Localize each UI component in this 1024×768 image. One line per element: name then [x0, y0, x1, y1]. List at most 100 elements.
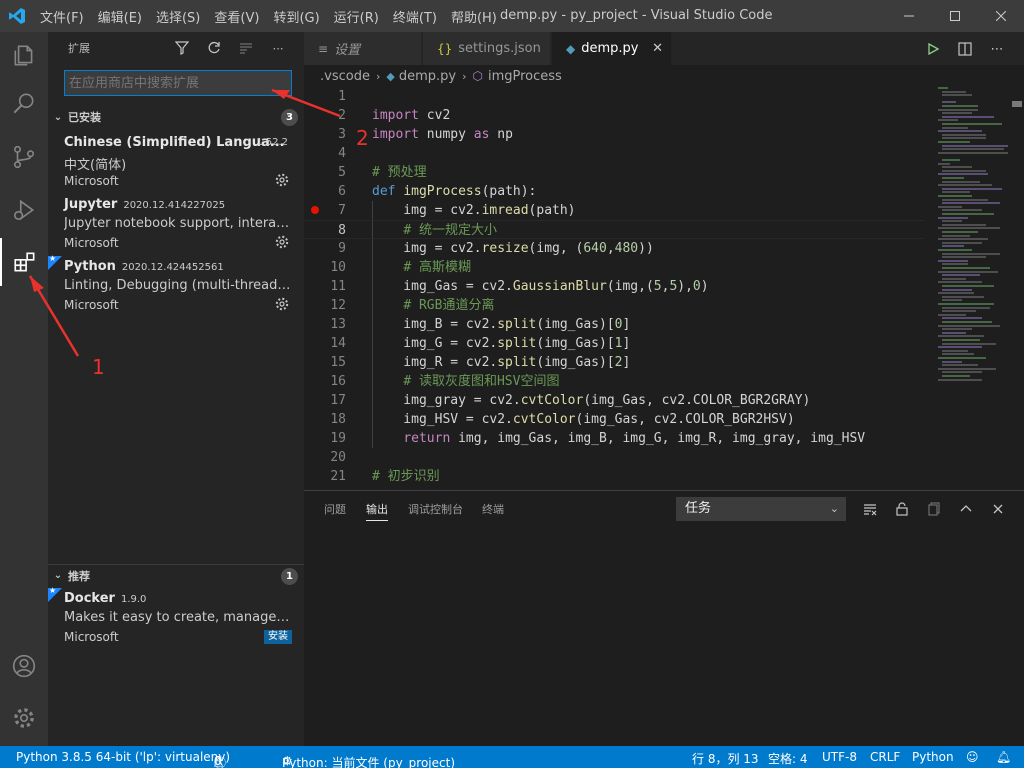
extension-version: 1.52.2	[256, 137, 288, 148]
extension-search-input[interactable]	[64, 70, 292, 96]
code-line[interactable]: 16 # 读取灰度图和HSV空间图	[304, 372, 924, 391]
breadcrumb-file[interactable]: demp.py	[399, 69, 456, 84]
star-icon: ★	[49, 586, 57, 595]
encoding[interactable]: UTF-8	[822, 750, 857, 764]
tab-demp-py[interactable]: ◆ demp.py ✕	[552, 32, 672, 65]
run-file-button[interactable]	[922, 38, 944, 60]
split-editor-button[interactable]	[954, 38, 976, 60]
code-line[interactable]: 13 img_B = cv2.split(img_Gas)[0]	[304, 315, 924, 334]
close-panel-button[interactable]	[988, 499, 1008, 519]
tab-settings-json[interactable]: {} settings.json	[423, 32, 551, 65]
maximize-button[interactable]	[932, 0, 978, 32]
code-line[interactable]: 3 import numpy as np	[304, 125, 924, 144]
code-text: img_B = cv2.split(img_Gas)[0]	[372, 317, 631, 332]
search-button[interactable]	[0, 80, 48, 128]
code-line[interactable]: 10 # 高斯模糊	[304, 258, 924, 277]
recommended-section-header[interactable]: ⌄ 推荐 1	[48, 564, 304, 586]
code-line[interactable]: 21 # 初步识别	[304, 467, 924, 486]
close-window-button[interactable]	[978, 0, 1024, 32]
minimap-line	[938, 324, 1000, 327]
code-line[interactable]: 2 import cv2	[304, 106, 924, 125]
more-actions-button[interactable]: ⋯	[268, 38, 288, 58]
menu-help[interactable]: 帮助(H)	[451, 7, 497, 26]
tab-output[interactable]: 输出	[366, 501, 388, 521]
code-line[interactable]: 17 img_gray = cv2.cvtColor(img_Gas, cv2.…	[304, 391, 924, 410]
menu-run[interactable]: 运行(R)	[334, 7, 379, 26]
close-tab-icon[interactable]: ✕	[652, 41, 663, 56]
maximize-icon	[950, 11, 960, 21]
extension-item-jupyter[interactable]: Jupyter 2020.12.414227025 Jupyter noteboo…	[48, 194, 304, 256]
code-line[interactable]: 8 # 统一规定大小	[304, 220, 924, 239]
minimize-icon	[904, 15, 914, 17]
editor-more-button[interactable]: ⋯	[986, 38, 1008, 60]
indentation[interactable]: 空格: 4	[768, 750, 808, 767]
accounts-button[interactable]	[0, 642, 48, 690]
extension-item-chinese[interactable]: Chinese (Simplified) Langua... 1.52.2 中文…	[48, 132, 304, 194]
end-of-line[interactable]: CRLF	[870, 750, 900, 764]
language-mode[interactable]: Python	[912, 750, 954, 764]
code-line[interactable]: 20	[304, 448, 924, 467]
extension-item-python[interactable]: ★ Python 2020.12.424452561 Linting, Debug…	[48, 254, 304, 318]
editor-scrollbar[interactable]	[1010, 87, 1024, 487]
tab-terminal[interactable]: 终端	[482, 501, 504, 521]
menu-terminal[interactable]: 终端(T)	[393, 7, 437, 26]
code-line[interactable]: 11 img_Gas = cv2.GaussianBlur(img,(5,5),…	[304, 277, 924, 296]
maximize-panel-button[interactable]	[956, 499, 976, 519]
filter-button[interactable]	[172, 38, 192, 58]
code-line[interactable]: 6 def imgProcess(path):	[304, 182, 924, 201]
minimize-button[interactable]	[886, 0, 932, 32]
scroll-thumb[interactable]	[1012, 101, 1022, 107]
extension-item-docker[interactable]: ★ Docker 1.9.0 Makes it easy to create, m…	[48, 586, 304, 650]
install-button[interactable]: 安装	[264, 630, 292, 644]
tab-debug-console[interactable]: 调试控制台	[408, 501, 463, 521]
gear-icon[interactable]	[274, 172, 290, 188]
python-interpreter[interactable]: Python 3.8.5 64-bit ('lp': virtualenv)	[16, 750, 230, 764]
menu-edit[interactable]: 编辑(E)	[98, 7, 142, 26]
code-line[interactable]: 1	[304, 87, 924, 106]
run-debug-button[interactable]	[0, 186, 48, 234]
tab-problems[interactable]: 问题	[324, 501, 346, 521]
extensions-button[interactable]	[0, 238, 48, 286]
menu-selection[interactable]: 选择(S)	[156, 7, 200, 26]
bell-icon[interactable]: 🔔︎	[996, 750, 1011, 764]
output-channel-select[interactable]: 任务 ⌄	[676, 497, 846, 521]
minimap[interactable]	[934, 87, 1010, 387]
close-icon	[993, 504, 1003, 514]
code-line[interactable]: 18 img_HSV = cv2.cvtColor(img_Gas, cv2.C…	[304, 410, 924, 429]
code-text: img_Gas = cv2.GaussianBlur(img,(5,5),0)	[372, 279, 709, 294]
code-line[interactable]: 15 img_R = cv2.split(img_Gas)[2]	[304, 353, 924, 372]
lock-scroll-button[interactable]	[892, 499, 912, 519]
code-line[interactable]: 14 img_G = cv2.split(img_Gas)[1]	[304, 334, 924, 353]
explorer-button[interactable]	[0, 32, 48, 80]
breadcrumb-folder[interactable]: .vscode	[320, 69, 370, 84]
clear-button[interactable]	[236, 38, 256, 58]
gear-icon[interactable]	[274, 296, 290, 312]
tab-settings[interactable]: ≡ 设置	[304, 32, 422, 65]
code-line[interactable]: 5 # 预处理	[304, 163, 924, 182]
minimap-line	[942, 234, 970, 237]
more-icon: ⋯	[272, 41, 284, 55]
account-icon	[12, 654, 36, 678]
manage-button[interactable]	[0, 694, 48, 742]
code-line[interactable]: 7 img = cv2.imread(path)	[304, 201, 924, 220]
refresh-button[interactable]	[204, 38, 224, 58]
code-line[interactable]: 4	[304, 144, 924, 163]
code-line[interactable]: 12 # RGB通道分离	[304, 296, 924, 315]
source-control-button[interactable]	[0, 133, 48, 181]
feedback-icon[interactable]: ☺	[966, 750, 979, 764]
menu-go[interactable]: 转到(G)	[273, 7, 319, 26]
code-editor[interactable]: 1 2 import cv2 3 import numpy as np 4 5 # 预处理 6 d…	[304, 87, 1024, 487]
minimap-line	[942, 328, 972, 331]
gear-icon[interactable]	[274, 234, 290, 250]
menu-file[interactable]: 文件(F)	[40, 7, 84, 26]
code-line[interactable]: 9 img = cv2.resize(img, (640,480))	[304, 239, 924, 258]
breadcrumb-symbol[interactable]: imgProcess	[488, 69, 562, 84]
editor-tabs: ≡ 设置 {} settings.json ◆ demp.py ✕ ⋯	[304, 32, 1024, 65]
open-log-button[interactable]	[924, 499, 944, 519]
clear-output-button[interactable]	[860, 499, 880, 519]
cursor-position[interactable]: 行 8，列 13	[692, 750, 759, 767]
menu-view[interactable]: 查看(V)	[214, 7, 259, 26]
code-line[interactable]: 19 return img, img_Gas, img_B, img_G, im…	[304, 429, 924, 448]
installed-section-header[interactable]: ⌄ 已安装 3	[48, 106, 304, 128]
code-text: img_gray = cv2.cvtColor(img_Gas, cv2.COL…	[372, 393, 811, 408]
